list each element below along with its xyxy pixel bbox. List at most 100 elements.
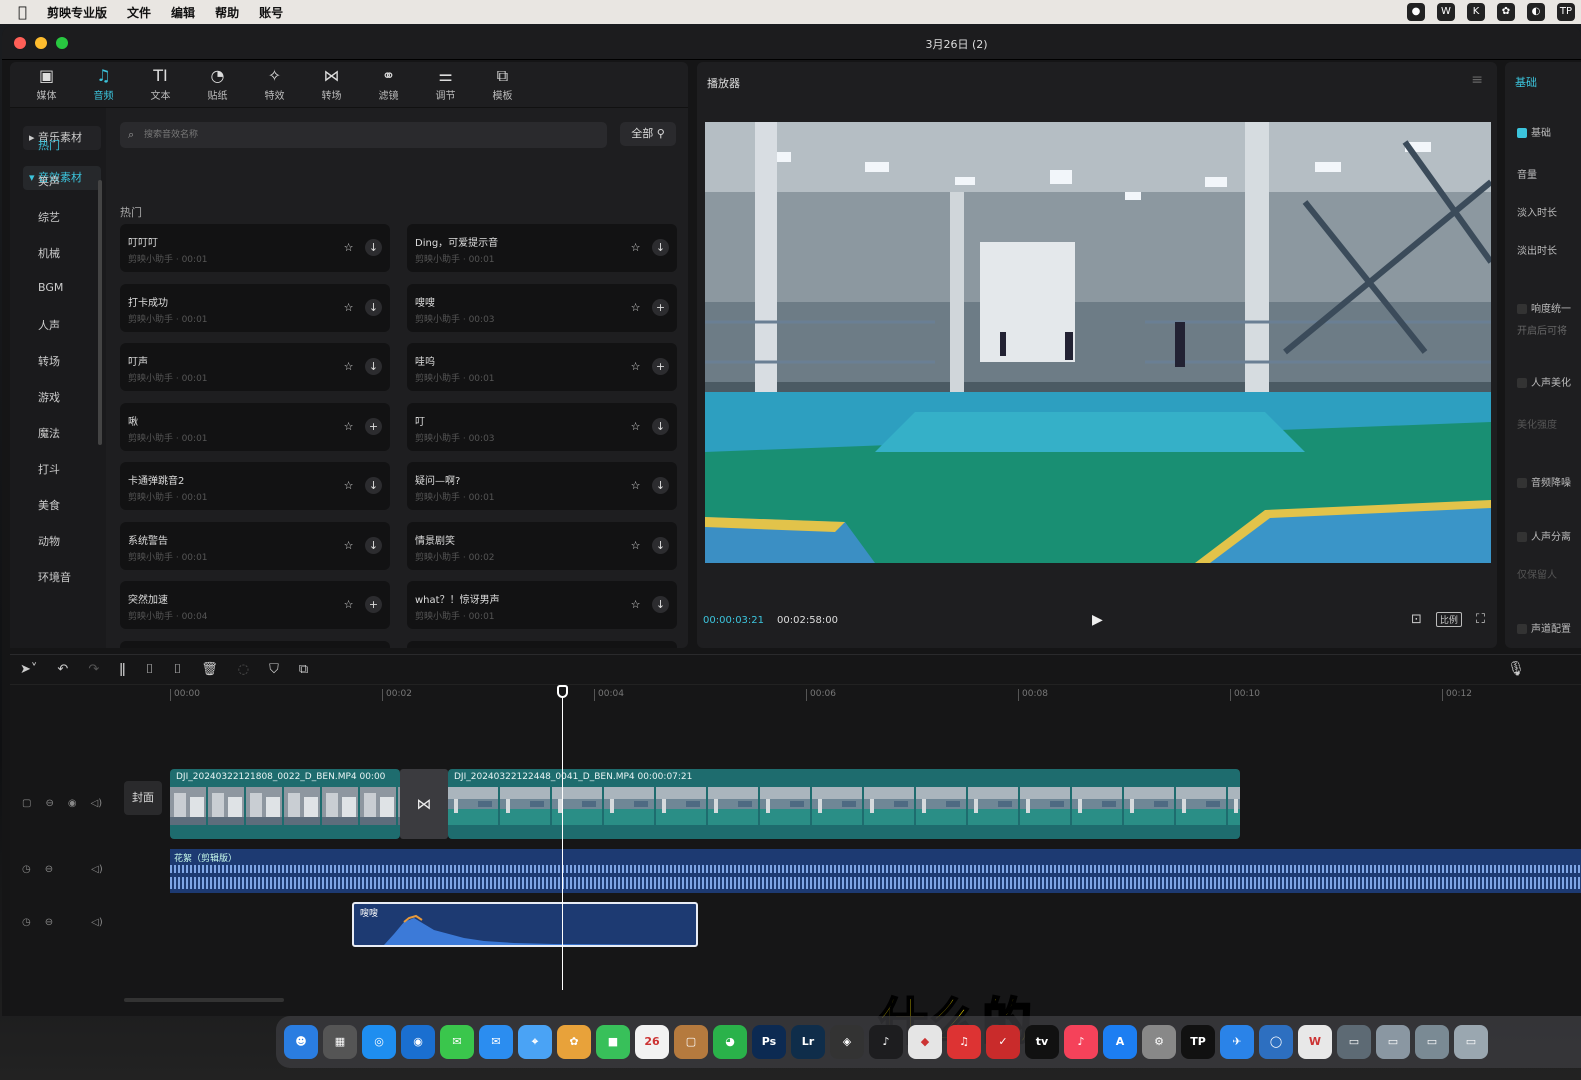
color-tray-icon[interactable]: ◐ [1527,3,1545,21]
download-icon[interactable]: ↓ [652,477,669,494]
favorite-star-icon[interactable]: ☆ [627,239,644,256]
download-icon[interactable]: ↓ [365,358,382,375]
favorite-star-icon[interactable]: ☆ [340,537,357,554]
dock-app-icon[interactable]: ▭ [1376,1025,1410,1059]
download-icon[interactable]: ↓ [365,477,382,494]
dock-app-icon[interactable]: ♪ [1064,1025,1098,1059]
dock-app-icon[interactable]: ◎ [362,1025,396,1059]
sound-card[interactable]: 打卡成功 剪映小助手 · 00:01 ☆ ↓ [120,283,390,332]
download-icon[interactable]: ↓ [652,536,669,554]
favorite-star-icon[interactable]: ☆ [340,596,357,613]
dock-app-icon[interactable]: ☻ [284,1025,318,1059]
k-tray-icon[interactable]: K [1467,3,1485,21]
playhead-handle[interactable] [557,685,568,698]
track-eye-icon[interactable]: ◉ [68,798,77,809]
sound-card[interactable]: 哇呜 剪映小助手 · 00:01 ☆ + [407,343,677,391]
dock-app-icon[interactable]: ▦ [323,1025,357,1059]
sound-card[interactable]: 突然加速 剪映小助手 · 00:04 ☆ + [120,581,390,629]
favorite-star-icon[interactable]: ☆ [627,477,644,494]
favorite-star-icon[interactable]: ☆ [627,299,644,316]
dock-app-icon[interactable]: ✉ [440,1025,474,1059]
denoise-checkbox[interactable] [1517,478,1527,488]
favorite-star-icon[interactable]: ☆ [340,358,357,375]
menu-account[interactable]: 账号 [259,4,283,21]
video-preview[interactable] [705,122,1491,563]
vocal-separation-toggle[interactable]: 人声分离 [1517,528,1571,543]
denoise-toggle[interactable]: 音频降噪 [1517,474,1571,489]
video-clip-2[interactable]: DJI_20240322122448_0041_D_BEN.MP4 00:00:… [448,769,1240,839]
sound-card[interactable]: 嗖嗖 剪映小助手 · 00:03 ☆ + [407,283,677,332]
freeze-icon[interactable]: ◌ [238,662,249,677]
ratio-button[interactable]: 比例 [1435,612,1462,627]
sound-card[interactable]: 卡通弹簧音2☆↓ [120,640,390,648]
download-icon[interactable]: ↓ [652,417,669,435]
dock-app-icon[interactable]: ◆ [908,1025,942,1059]
track-lock-icon[interactable]: ⊖ [45,864,53,875]
dock-app-icon[interactable]: ✉ [479,1025,513,1059]
dock-app-icon[interactable]: ⌖ [518,1025,552,1059]
dock-app-icon[interactable]: ▭ [1454,1025,1488,1059]
bgm-audio-clip[interactable]: 花絮（剪辑版） [170,849,1581,893]
channel-config-toggle[interactable]: 声道配置 [1517,620,1571,635]
sound-card[interactable]: 叮剪映小助手 · 00:03 ☆ ↓ [407,402,677,451]
select-tool-icon[interactable]: ➤˅ [20,662,37,677]
favorite-star-icon[interactable]: ☆ [340,418,357,435]
trim-left-icon[interactable]: ⌷ [146,662,154,677]
vocal-separation-checkbox[interactable] [1517,532,1527,542]
timeline-scrollbar[interactable] [124,998,284,1002]
dock-app-icon[interactable]: tv [1025,1025,1059,1059]
track-lock-icon[interactable]: ⊖ [45,917,53,928]
track-clock-icon[interactable]: ◷ [22,864,31,875]
dock-app-icon[interactable]: ♪ [869,1025,903,1059]
dock-app-icon[interactable]: ◈ [830,1025,864,1059]
player-menu-icon[interactable]: ≡ [1471,72,1483,88]
voice-enhance-checkbox[interactable] [1517,378,1527,388]
add-icon[interactable]: + [365,596,382,613]
transition-marker[interactable]: ⋈ [400,769,448,839]
sfx-audio-clip[interactable]: 嗖嗖 [352,902,698,947]
dock-app-icon[interactable]: ✿ [557,1025,591,1059]
sound-card[interactable]: what？！惊讶男声 剪映小助手 · 00:01 ☆ ↓ [407,581,677,629]
channel-config-checkbox[interactable] [1517,624,1527,634]
sound-card[interactable]: 情景剧笑 剪映小助手 · 00:02 ☆ ↓ [407,521,677,570]
tab-basic[interactable]: 基础 [1515,74,1537,90]
menu-help[interactable]: 帮助 [215,4,239,21]
favorite-star-icon[interactable]: ☆ [627,418,644,435]
download-icon[interactable]: ↓ [365,298,382,316]
menu-file[interactable]: 文件 [127,4,151,21]
play-button[interactable]: ▶ [1092,612,1103,628]
redo-icon[interactable]: ↷ [88,662,99,677]
favorite-star-icon[interactable]: ☆ [340,477,357,494]
dock-app-icon[interactable]: ✈ [1220,1025,1254,1059]
add-icon[interactable]: + [365,417,382,435]
dock-app-icon[interactable]: A [1103,1025,1137,1059]
basic-section-toggle[interactable]: 基础 [1517,124,1551,139]
track-mute-icon[interactable]: ◁) [91,798,103,809]
dock-app-icon[interactable]: TP [1181,1025,1215,1059]
download-icon[interactable]: ↓ [652,239,669,256]
basic-checkbox[interactable] [1517,128,1527,138]
download-icon[interactable]: ↓ [652,596,669,613]
sound-card[interactable]: 叮声 剪映小助手 · 00:01 ☆ ↓ [120,343,390,391]
playhead-line[interactable] [562,685,563,990]
tp-tray-icon[interactable]: TP [1557,3,1575,21]
sound-card[interactable]: 卡通弹跳音2 剪映小助手 · 00:01 ☆ ↓ [120,462,390,510]
dock-app-icon[interactable]: Ps [752,1025,786,1059]
sound-card[interactable]: 叮叮叮 剪映小助手 · 00:01 ☆ ↓ [120,224,390,272]
crop-icon[interactable]: ⧉ [299,662,308,677]
microphone-icon[interactable]: 🎙 [1507,661,1525,677]
wechat-tray-icon[interactable]: ✿ [1497,3,1515,21]
favorite-star-icon[interactable]: ☆ [627,596,644,613]
track-lock-icon[interactable]: ⊖ [45,798,53,809]
apple-menu-icon[interactable]:  [18,3,27,21]
menu-app-name[interactable]: 剪映专业版 [47,4,107,21]
undo-icon[interactable]: ↶ [57,662,68,677]
track-collapse-icon[interactable]: ▢ [22,798,31,809]
record-icon[interactable]: ● [1407,3,1425,21]
download-icon[interactable]: ↓ [365,536,382,554]
sound-card[interactable]: 啾剪映小助手 · 00:01 ☆ + [120,402,390,451]
cover-button[interactable]: 封面 [124,781,162,815]
favorite-star-icon[interactable]: ☆ [340,299,357,316]
dock-app-icon[interactable]: W [1298,1025,1332,1059]
add-icon[interactable]: + [652,358,669,375]
